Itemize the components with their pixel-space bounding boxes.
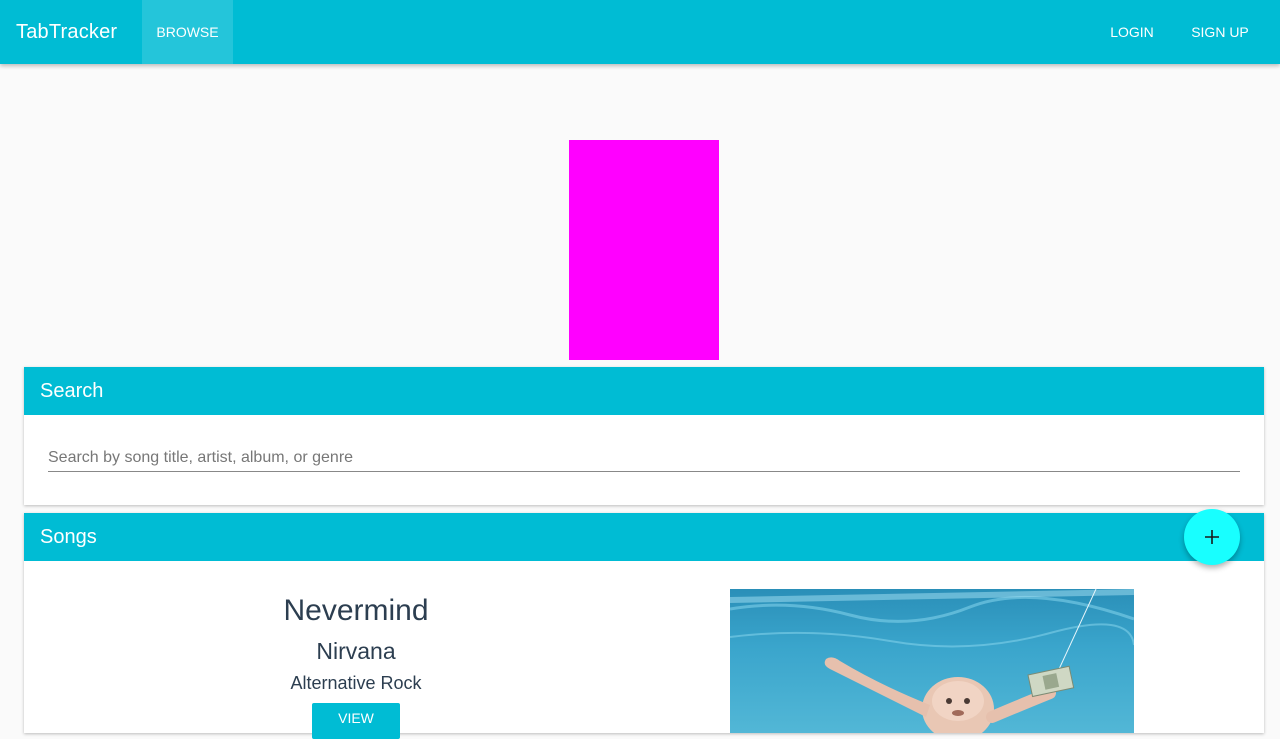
app-title[interactable]: TabTracker: [16, 0, 117, 64]
songs-panel-title: Songs: [24, 513, 1264, 561]
search-panel: Search: [24, 367, 1264, 505]
album-art-image[interactable]: [730, 589, 1134, 733]
album-art-illustration: [730, 589, 1134, 733]
search-input[interactable]: [48, 444, 1240, 472]
browse-button[interactable]: BROWSE: [142, 0, 233, 64]
login-button[interactable]: LOGIN: [1094, 0, 1170, 64]
top-toolbar: TabTracker BROWSE LOGIN SIGN UP: [0, 0, 1280, 64]
song-genre: Alternative Rock: [290, 673, 422, 693]
add-song-button[interactable]: [1184, 509, 1240, 565]
song-title: Nevermind: [283, 594, 429, 627]
song-artist: Nirvana: [316, 638, 396, 664]
search-panel-title: Search: [24, 367, 1264, 415]
placeholder-image: [569, 140, 719, 360]
plus-icon: [1205, 530, 1219, 544]
songs-panel: Songs Nevermind Nirvana Alternative Rock…: [24, 513, 1264, 739]
view-song-button[interactable]: VIEW: [312, 703, 400, 739]
sign-up-button[interactable]: SIGN UP: [1178, 0, 1262, 64]
